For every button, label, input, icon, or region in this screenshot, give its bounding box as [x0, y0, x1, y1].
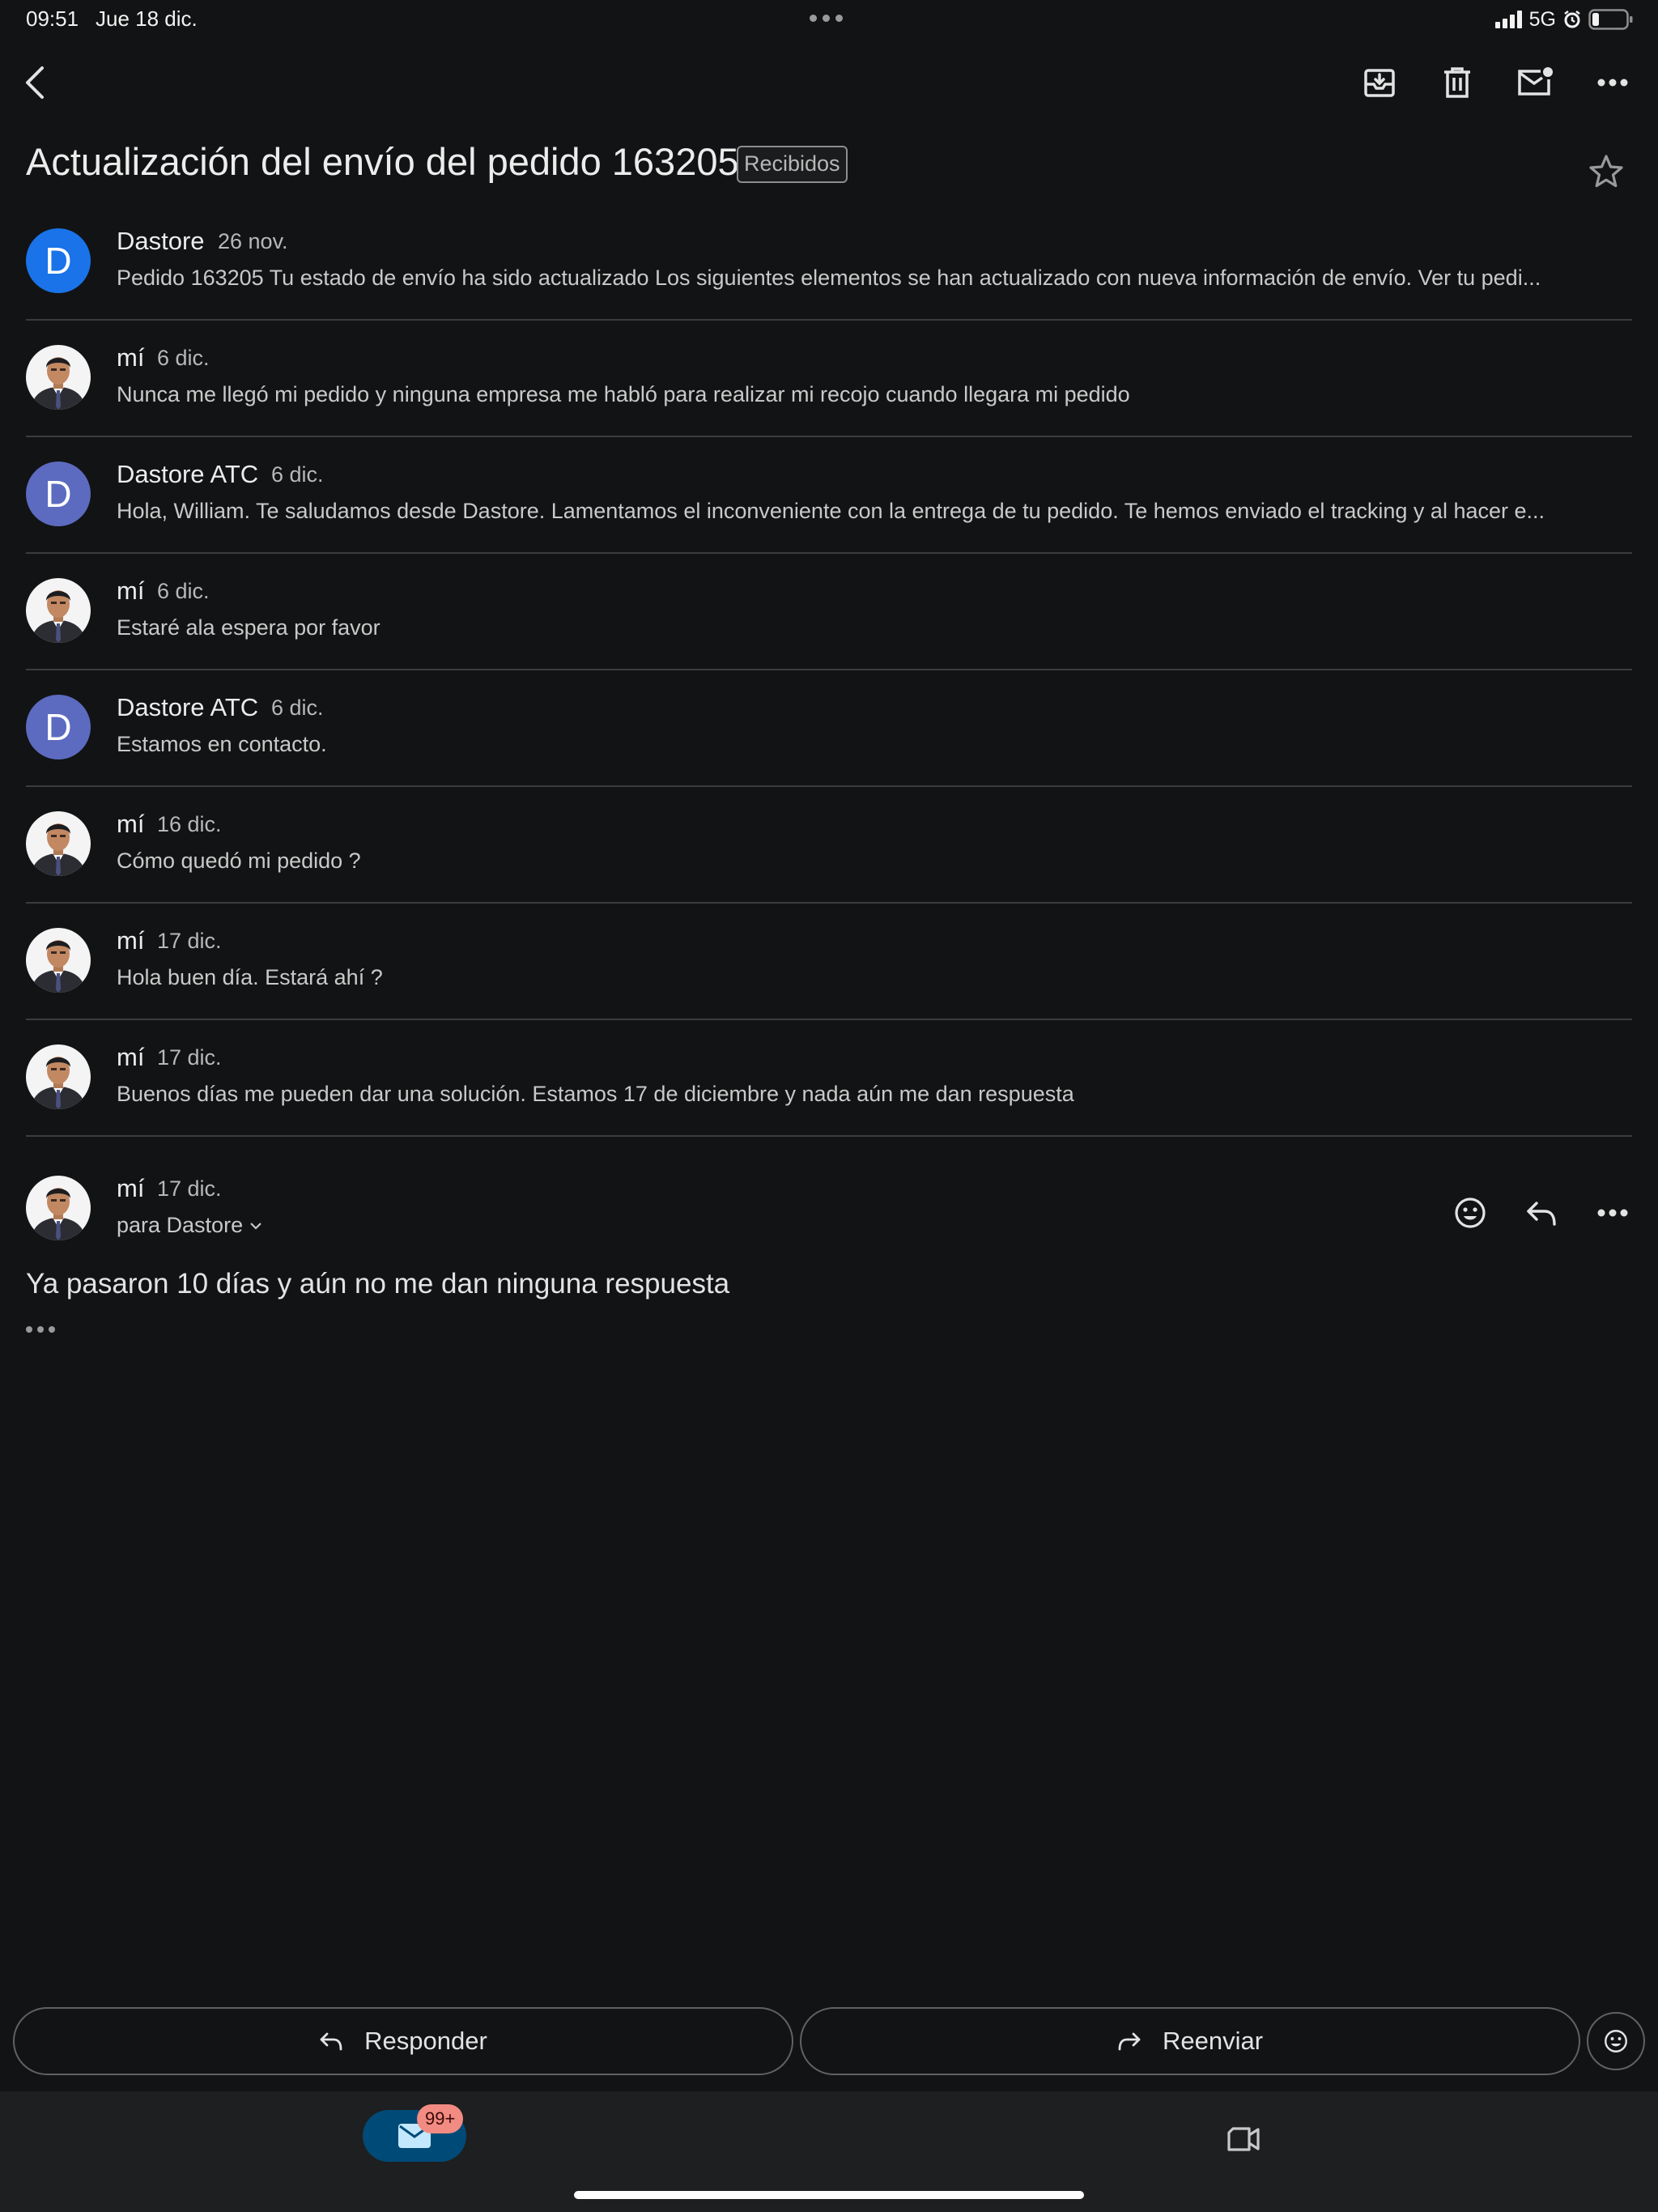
avatar-photo: [26, 928, 91, 993]
avatar: [26, 1176, 91, 1240]
message-date: 17 dic.: [157, 1176, 222, 1201]
label-chip[interactable]: Recibidos: [737, 146, 848, 183]
signal-icon: [1494, 11, 1522, 28]
message-date: 6 dic.: [157, 579, 210, 603]
mark-unread-button[interactable]: [1509, 57, 1561, 108]
reply-button[interactable]: [1516, 1187, 1567, 1239]
message-sender: mí: [117, 1043, 145, 1071]
avatar: D: [26, 462, 91, 526]
archive-icon: [1364, 69, 1395, 97]
delete-button[interactable]: [1431, 57, 1483, 108]
home-indicator[interactable]: [574, 2191, 1084, 2199]
more-horizontal-icon: [1597, 79, 1628, 87]
message-date: 17 dic.: [157, 929, 222, 953]
avatar-photo: [26, 345, 91, 410]
message-snippet: Hola buen día. Estará ahí ?: [117, 965, 383, 989]
multitasking-dots-icon[interactable]: [810, 15, 847, 22]
message-sender: mí: [117, 343, 145, 372]
message-date: 17 dic.: [157, 1045, 222, 1070]
forward-label: Reenviar: [1162, 2027, 1264, 2055]
avatar: D: [26, 695, 91, 759]
alarm-icon: [1564, 11, 1580, 28]
avatar: [26, 578, 91, 643]
more-horizontal-icon: [1597, 1209, 1628, 1217]
message-snippet: Hola, William. Te saludamos desde Dastor…: [117, 499, 1545, 523]
message-date: 6 dic.: [271, 462, 324, 487]
avatar: [26, 345, 91, 410]
chevron-down-icon: [250, 1222, 261, 1230]
status-bar: 09:51 Jue 18 dic. 5G: [0, 0, 1658, 39]
status-date: Jue 18 dic.: [96, 6, 198, 31]
message-snippet: Estamos en contacto.: [117, 732, 327, 756]
message-date: 16 dic.: [157, 812, 222, 836]
avatar: D: [26, 228, 91, 293]
message-sender: Dastore ATC: [117, 460, 259, 488]
chevron-left-icon: [26, 66, 44, 99]
message-row[interactable]: mí 17 dic. Hola buen día. Estará ahí ?: [0, 904, 1658, 1020]
divider: [26, 1135, 1632, 1137]
recipients-toggle[interactable]: para Dastore: [117, 1213, 262, 1238]
reply-icon: [1527, 1202, 1556, 1226]
message-row[interactable]: mí 6 dic. Estaré ala espera por favor: [0, 554, 1658, 670]
trash-icon: [1444, 67, 1470, 98]
archive-button[interactable]: [1354, 57, 1405, 108]
expanded-message: mí 17 dic. para Dastore Ya pasaron 10 dí…: [0, 1150, 1658, 1360]
reply-pill-button[interactable]: Responder: [13, 2007, 793, 2075]
message-sender: Dastore ATC: [117, 693, 259, 721]
star-button[interactable]: [1587, 152, 1632, 198]
message-snippet: Nunca me llegó mi pedido y ninguna empre…: [117, 382, 1130, 406]
emoji-icon: [1605, 2030, 1627, 2052]
recipients-text: para Dastore: [117, 1213, 244, 1237]
avatar: [26, 1044, 91, 1109]
message-sender: mí: [117, 1174, 145, 1202]
emoji-icon: [1455, 1197, 1486, 1228]
message-snippet: Buenos días me pueden dar una solución. …: [117, 1082, 1074, 1106]
meet-tab[interactable]: [1218, 2116, 1269, 2162]
unread-count-badge: 99+: [417, 2104, 464, 2133]
status-time: 09:51: [26, 6, 79, 31]
message-snippet: Cómo quedó mi pedido ?: [117, 849, 361, 873]
network-type: 5G: [1528, 7, 1556, 31]
message-row[interactable]: mí 17 dic. Buenos días me pueden dar una…: [0, 1020, 1658, 1137]
message-snippet: Estaré ala espera por favor: [117, 615, 380, 640]
message-sender: mí: [117, 576, 145, 605]
battery-icon: [1588, 9, 1633, 30]
avatar-photo: [26, 578, 91, 643]
message-sender: Dastore: [117, 227, 205, 255]
react-emoji-button[interactable]: [1587, 2012, 1645, 2070]
forward-pill-button[interactable]: Reenviar: [800, 2007, 1580, 2075]
star-icon: [1589, 155, 1623, 188]
thread-subject: Actualización del envío del pedido 16320…: [26, 140, 739, 183]
message-row[interactable]: D Dastore ATC 6 dic. Hola, William. Te s…: [0, 437, 1658, 554]
back-button[interactable]: [10, 57, 62, 108]
more-options-button[interactable]: [1587, 57, 1639, 108]
message-row[interactable]: mí 6 dic. Nunca me llegó mi pedido y nin…: [0, 321, 1658, 437]
message-sender: mí: [117, 926, 145, 955]
message-row[interactable]: mí 16 dic. Cómo quedó mi pedido ?: [0, 787, 1658, 904]
forward-icon: [1118, 2032, 1141, 2051]
message-row[interactable]: D Dastore ATC 6 dic. Estamos en contacto…: [0, 670, 1658, 787]
avatar-photo: [26, 1044, 91, 1109]
message-more-button[interactable]: [1587, 1187, 1639, 1239]
message-snippet: Pedido 163205 Tu estado de envío ha sido…: [117, 266, 1541, 290]
message-date: 6 dic.: [271, 696, 324, 720]
mark-unread-icon: [1518, 67, 1553, 96]
message-date: 6 dic.: [157, 346, 210, 370]
video-camera-icon: [1227, 2127, 1260, 2151]
message-sender: mí: [117, 810, 145, 838]
avatar: [26, 928, 91, 993]
avatar-photo: [26, 1176, 91, 1240]
reply-label: Responder: [364, 2027, 487, 2055]
avatar-photo: [26, 811, 91, 876]
avatar: [26, 811, 91, 876]
reply-icon: [320, 2032, 342, 2051]
show-trimmed-content-button[interactable]: [26, 1326, 58, 1334]
message-row[interactable]: D Dastore 26 nov. Pedido 163205 Tu estad…: [0, 204, 1658, 321]
add-reaction-button[interactable]: [1444, 1187, 1496, 1239]
status-indicators: 5G: [1494, 6, 1634, 32]
message-body: Ya pasaron 10 días y aún no me dan ningu…: [26, 1268, 730, 1300]
message-date: 26 nov.: [218, 229, 288, 253]
